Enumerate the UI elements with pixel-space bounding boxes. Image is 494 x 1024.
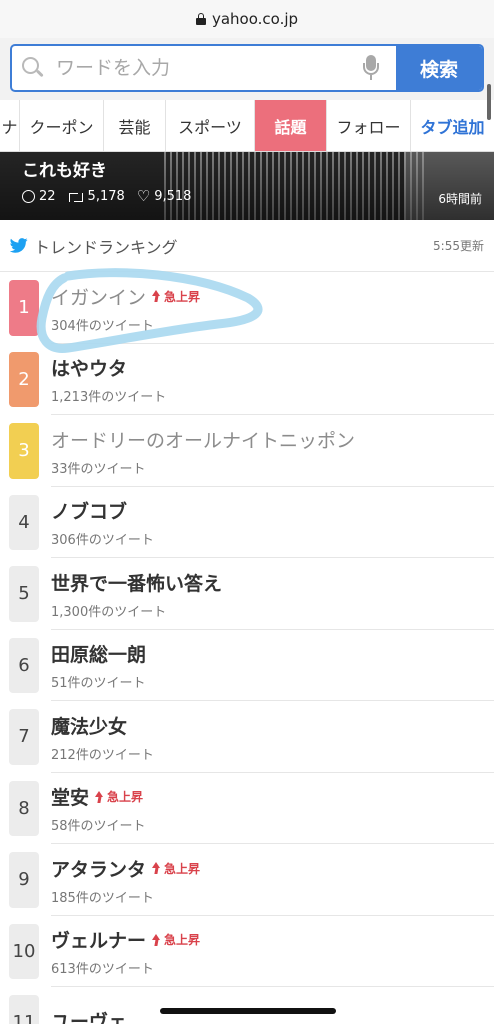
trend-term[interactable]: オードリーのオールナイトニッポン: [51, 426, 355, 453]
surge-badge: 急上昇: [152, 288, 200, 305]
arrow-up-icon: [152, 290, 161, 302]
list-item[interactable]: 9 アタランタ 急上昇 185件のツイート: [0, 844, 494, 916]
banner-stats: 22 5,178 ♡ 9,518: [22, 189, 191, 204]
category-tabs: ナ クーポン 芸能 スポーツ 話題 フォロー タブ追加: [0, 100, 494, 152]
trend-term[interactable]: アタランタ: [51, 855, 146, 882]
list-item[interactable]: 11 ユーヴェ: [0, 987, 494, 1024]
lock-icon: [195, 13, 206, 25]
trend-term[interactable]: ユーヴェ: [51, 1007, 127, 1024]
rank-badge: 3: [9, 423, 39, 479]
search-input[interactable]: [56, 46, 360, 90]
rank-badge: 10: [9, 923, 39, 979]
rank-badge: 9: [9, 852, 39, 908]
ranking-title: トレンドランキング: [34, 237, 178, 257]
reply-icon: [22, 190, 35, 203]
rank-badge: 8: [9, 780, 39, 836]
tweet-count: 1,213件のツイート: [51, 390, 167, 406]
ranking-header: トレンドランキング 5:55更新: [0, 220, 494, 272]
trend-term[interactable]: ノブコブ: [51, 497, 127, 524]
trend-list: 1 イガンイン 急上昇 304件のツイート 2 はやウタ 1,213件のツイート…: [0, 272, 494, 1024]
reply-count: 22: [39, 189, 56, 204]
url-text: yahoo.co.jp: [211, 10, 299, 28]
surge-badge: 急上昇: [95, 788, 143, 805]
tab-partial[interactable]: ナ: [0, 100, 20, 151]
tab-topics[interactable]: 話題: [255, 100, 327, 151]
trend-term[interactable]: ヴェルナー: [51, 926, 146, 953]
list-item[interactable]: 8 堂安 急上昇 58件のツイート: [0, 773, 494, 844]
twitter-bird-icon: [10, 238, 28, 253]
list-item[interactable]: 2 はやウタ 1,213件のツイート: [0, 344, 494, 415]
arrow-up-icon: [95, 790, 104, 803]
tweet-count: 613件のツイート: [51, 962, 154, 978]
trend-term[interactable]: イガンイン: [51, 283, 146, 310]
trend-term[interactable]: 魔法少女: [51, 712, 127, 739]
featured-tweet-banner[interactable]: これも好き 22 5,178 ♡ 9,518 6時間前: [0, 152, 494, 220]
tweet-count: 185件のツイート: [51, 890, 154, 906]
tweet-count: 306件のツイート: [51, 533, 154, 549]
rank-badge: 6: [9, 637, 39, 693]
heart-icon: ♡: [136, 187, 151, 205]
rank-badge: 2: [9, 351, 39, 407]
page-scrollbar[interactable]: [487, 84, 491, 120]
tab-follow[interactable]: フォロー: [327, 100, 411, 151]
tab-entertainment[interactable]: 芸能: [104, 100, 166, 151]
like-count: 9,518: [154, 189, 192, 204]
tweet-count: 1,300件のツイート: [51, 604, 167, 620]
tab-coupon[interactable]: クーポン: [20, 100, 104, 151]
search-area: 検索: [0, 38, 494, 100]
search-box: 検索: [10, 44, 484, 92]
home-indicator[interactable]: [160, 1008, 336, 1014]
list-item[interactable]: 1 イガンイン 急上昇 304件のツイート: [0, 272, 494, 344]
rank-badge: 11: [9, 995, 39, 1024]
tweet-count: 304件のツイート: [51, 318, 154, 334]
rank-badge: 7: [9, 709, 39, 765]
banner-time: 6時間前: [438, 192, 482, 206]
tweet-count: 51件のツイート: [51, 676, 146, 692]
surge-badge: 急上昇: [152, 931, 200, 948]
list-item[interactable]: 10 ヴェルナー 急上昇 613件のツイート: [0, 916, 494, 987]
search-icon: [22, 57, 44, 79]
arrow-up-icon: [152, 862, 161, 874]
list-item[interactable]: 3 オードリーのオールナイトニッポン 33件のツイート: [0, 415, 494, 487]
list-item[interactable]: 6 田原総一朗 51件のツイート: [0, 630, 494, 701]
rank-badge: 4: [9, 494, 39, 550]
tweet-count: 212件のツイート: [51, 747, 154, 763]
trend-term[interactable]: 田原総一朗: [51, 640, 146, 667]
trend-term[interactable]: 堂安: [51, 783, 89, 810]
search-button[interactable]: 検索: [396, 46, 482, 90]
trend-term[interactable]: はやウタ: [51, 354, 127, 381]
mic-icon[interactable]: [360, 53, 382, 83]
list-item[interactable]: 5 世界で一番怖い答え 1,300件のツイート: [0, 558, 494, 630]
rank-badge: 5: [9, 566, 39, 622]
retweet-count: 5,178: [87, 189, 125, 204]
surge-badge: 急上昇: [152, 860, 200, 877]
retweet-icon: [68, 191, 84, 203]
list-item[interactable]: 7 魔法少女 212件のツイート: [0, 701, 494, 773]
ranking-updated: 5:55更新: [433, 239, 484, 253]
tab-sports[interactable]: スポーツ: [166, 100, 255, 151]
list-item[interactable]: 4 ノブコブ 306件のツイート: [0, 487, 494, 558]
banner-title: これも好き: [22, 161, 107, 181]
tab-add[interactable]: タブ追加: [411, 100, 494, 151]
rank-badge: 1: [9, 280, 39, 336]
tweet-count: 33件のツイート: [51, 461, 146, 477]
arrow-up-icon: [152, 933, 161, 946]
url-bar[interactable]: yahoo.co.jp: [0, 0, 494, 38]
tweet-count: 58件のツイート: [51, 819, 146, 835]
trend-term[interactable]: 世界で一番怖い答え: [51, 569, 222, 596]
